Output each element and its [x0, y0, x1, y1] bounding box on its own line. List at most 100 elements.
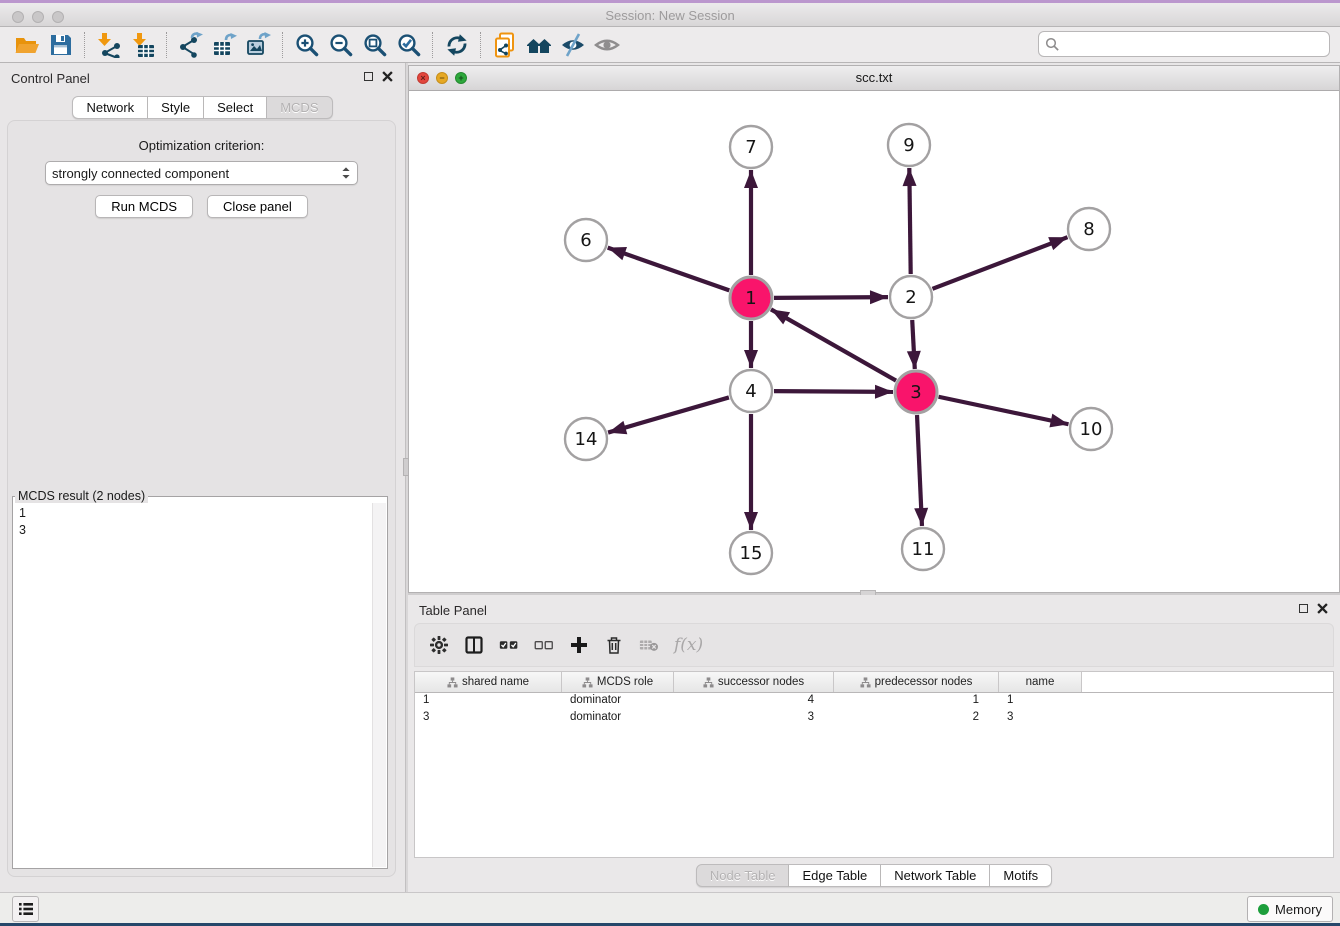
zoom-fit-button[interactable]	[358, 30, 392, 60]
svg-text:10: 10	[1080, 419, 1103, 440]
float-panel-icon[interactable]	[364, 72, 373, 81]
toolbar-separator	[166, 32, 168, 58]
graph-node-2[interactable]: 2	[890, 276, 932, 318]
tab-select[interactable]: Select	[204, 96, 267, 119]
refresh-layout-button[interactable]	[440, 30, 474, 60]
table-row[interactable]: 1dominator411	[415, 693, 1333, 710]
clear-all-checkboxes-icon[interactable]	[534, 635, 554, 655]
result-scrollbar[interactable]	[372, 503, 386, 867]
run-mcds-button[interactable]: Run MCDS	[95, 195, 193, 218]
edge-3-10[interactable]	[939, 397, 1069, 424]
edge-1-2[interactable]	[774, 297, 888, 298]
export-table-button[interactable]	[208, 30, 242, 60]
search-input[interactable]	[1060, 36, 1323, 53]
edge-2-8[interactable]	[932, 237, 1067, 289]
graph-node-4[interactable]: 4	[730, 370, 772, 412]
table-tab-node-table[interactable]: Node Table	[696, 864, 790, 887]
add-column-icon[interactable]	[569, 635, 589, 655]
table-tab-motifs[interactable]: Motifs	[990, 864, 1052, 887]
edge-1-6[interactable]	[608, 248, 730, 291]
table-cell: 1	[415, 693, 562, 710]
table-settings-gear-icon[interactable]	[429, 635, 449, 655]
show-eye-icon	[594, 32, 620, 58]
edge-2-9[interactable]	[909, 168, 910, 274]
network-canvas[interactable]: 7 9 6 8 1 2 4 3 14 10 15 11	[409, 90, 1339, 592]
node-table[interactable]: shared nameMCDS rolesuccessor nodesprede…	[414, 671, 1334, 858]
graph-node-15[interactable]: 15	[730, 532, 772, 574]
export-network-button[interactable]	[174, 30, 208, 60]
graph-node-14[interactable]: 14	[565, 418, 607, 460]
network-window-titlebar[interactable]: × − + scc.txt	[409, 66, 1339, 91]
zoom-out-button[interactable]	[324, 30, 358, 60]
column-header-MCDS-role[interactable]: MCDS role	[562, 672, 674, 692]
tab-network[interactable]: Network	[72, 96, 148, 119]
column-header-predecessor-nodes[interactable]: predecessor nodes	[834, 672, 999, 692]
edge-3-1[interactable]	[771, 309, 896, 380]
zoom-in-button[interactable]	[290, 30, 324, 60]
graph-node-3[interactable]: 3	[895, 371, 937, 413]
task-history-button[interactable]	[12, 896, 39, 922]
graph-node-11[interactable]: 11	[902, 528, 944, 570]
network-graph[interactable]: 7 9 6 8 1 2 4 3 14 10 15 11	[409, 90, 1339, 592]
search-box[interactable]	[1038, 31, 1330, 57]
graph-node-7[interactable]: 7	[730, 126, 772, 168]
show-columns-icon[interactable]	[464, 635, 484, 655]
svg-text:1: 1	[745, 288, 756, 309]
status-bar: Memory	[0, 892, 1340, 923]
open-session-button[interactable]	[10, 30, 44, 60]
table-cell: 3	[999, 710, 1082, 727]
close-panel-button[interactable]: Close panel	[207, 195, 308, 218]
table-row[interactable]: 3dominator323	[415, 710, 1333, 727]
clone-network-button[interactable]	[488, 30, 522, 60]
mcds-result-title: MCDS result (2 nodes)	[15, 489, 148, 503]
edge-2-3[interactable]	[912, 320, 915, 369]
memory-button[interactable]: Memory	[1247, 896, 1333, 922]
column-header-shared-name[interactable]: shared name	[415, 672, 562, 692]
show-all-button[interactable]	[590, 30, 624, 60]
criterion-dropdown[interactable]: strongly connected component	[45, 161, 358, 185]
tab-style[interactable]: Style	[148, 96, 204, 119]
graph-node-1[interactable]: 1	[730, 277, 772, 319]
save-session-button[interactable]	[44, 30, 78, 60]
svg-text:8: 8	[1083, 219, 1094, 240]
graph-node-10[interactable]: 10	[1070, 408, 1112, 450]
control-panel-title: Control Panel	[11, 71, 90, 86]
svg-text:11: 11	[912, 539, 935, 560]
column-header-name[interactable]: name	[999, 672, 1082, 692]
import-network-button[interactable]	[92, 30, 126, 60]
graph-node-8[interactable]: 8	[1068, 208, 1110, 250]
node-attribute-icon	[582, 677, 593, 688]
app-titlebar: Session: New Session	[0, 0, 1340, 27]
table-cell: dominator	[562, 693, 674, 710]
table-tab-edge-table[interactable]: Edge Table	[789, 864, 881, 887]
table-panel: Table Panel f(x) shared nameMCDS rolesuc…	[408, 595, 1340, 893]
column-label: name	[1026, 676, 1055, 688]
edge-4-14[interactable]	[608, 397, 729, 432]
float-panel-icon[interactable]	[1299, 604, 1308, 613]
graph-node-6[interactable]: 6	[565, 219, 607, 261]
graph-node-9[interactable]: 9	[888, 124, 930, 166]
node-attribute-icon	[860, 677, 871, 688]
export-image-button[interactable]	[242, 30, 276, 60]
import-table-button[interactable]	[126, 30, 160, 60]
svg-text:9: 9	[903, 135, 914, 156]
table-tab-network-table[interactable]: Network Table	[881, 864, 990, 887]
column-header-successor-nodes[interactable]: successor nodes	[674, 672, 834, 692]
select-all-checkboxes-icon[interactable]	[499, 635, 519, 655]
open-folder-icon	[14, 32, 40, 58]
mcds-result-box: MCDS result (2 nodes) 13	[12, 489, 388, 869]
close-panel-icon[interactable]	[382, 71, 393, 82]
import-table-icon	[130, 32, 156, 58]
zoom-selected-button[interactable]	[392, 30, 426, 60]
delete-icon[interactable]	[604, 635, 624, 655]
refresh-icon	[444, 32, 470, 58]
table-toolbar: f(x)	[414, 623, 1334, 667]
svg-text:4: 4	[745, 381, 756, 402]
result-item: 3	[19, 522, 371, 539]
hide-selected-button[interactable]	[556, 30, 590, 60]
edge-3-11[interactable]	[917, 415, 922, 526]
edge-4-3[interactable]	[774, 391, 893, 392]
first-neighbors-button[interactable]	[522, 30, 556, 60]
tab-mcds[interactable]: MCDS	[267, 96, 332, 119]
close-panel-icon[interactable]	[1317, 603, 1328, 614]
